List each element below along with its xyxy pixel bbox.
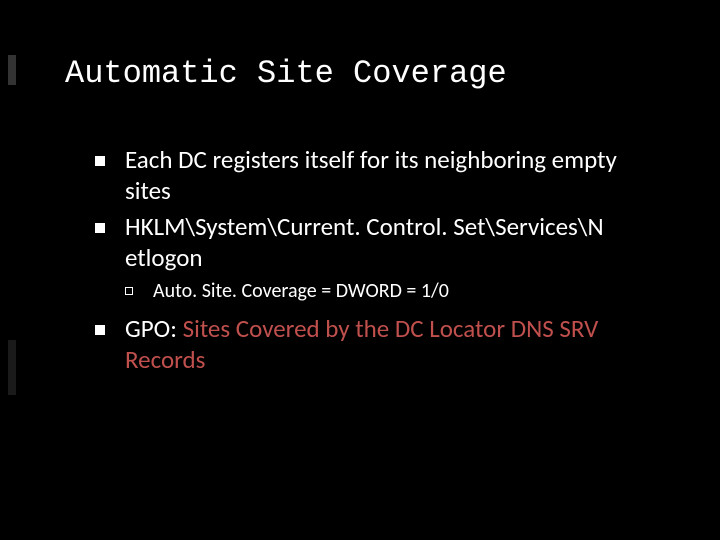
slide-content: Each DC registers itself for its neighbo… [95,145,650,381]
slide-title: Automatic Site Coverage [65,55,507,92]
accent-bar [8,340,16,395]
slide: Automatic Site Coverage Each DC register… [0,0,720,540]
bullet-prefix: GPO: [125,313,183,344]
sub-bullet-item: Auto. Site. Coverage = DWORD = 1/0 [95,279,650,304]
bullet-item: HKLM\System\Current. Control. Set\Servic… [95,212,650,273]
bullet-item: GPO: Sites Covered by the DC Locator DNS… [95,314,650,375]
accent-bar [8,55,16,85]
bullet-highlight: Sites Covered by the DC Locator DNS SRV … [125,313,598,375]
bullet-item: Each DC registers itself for its neighbo… [95,145,650,206]
